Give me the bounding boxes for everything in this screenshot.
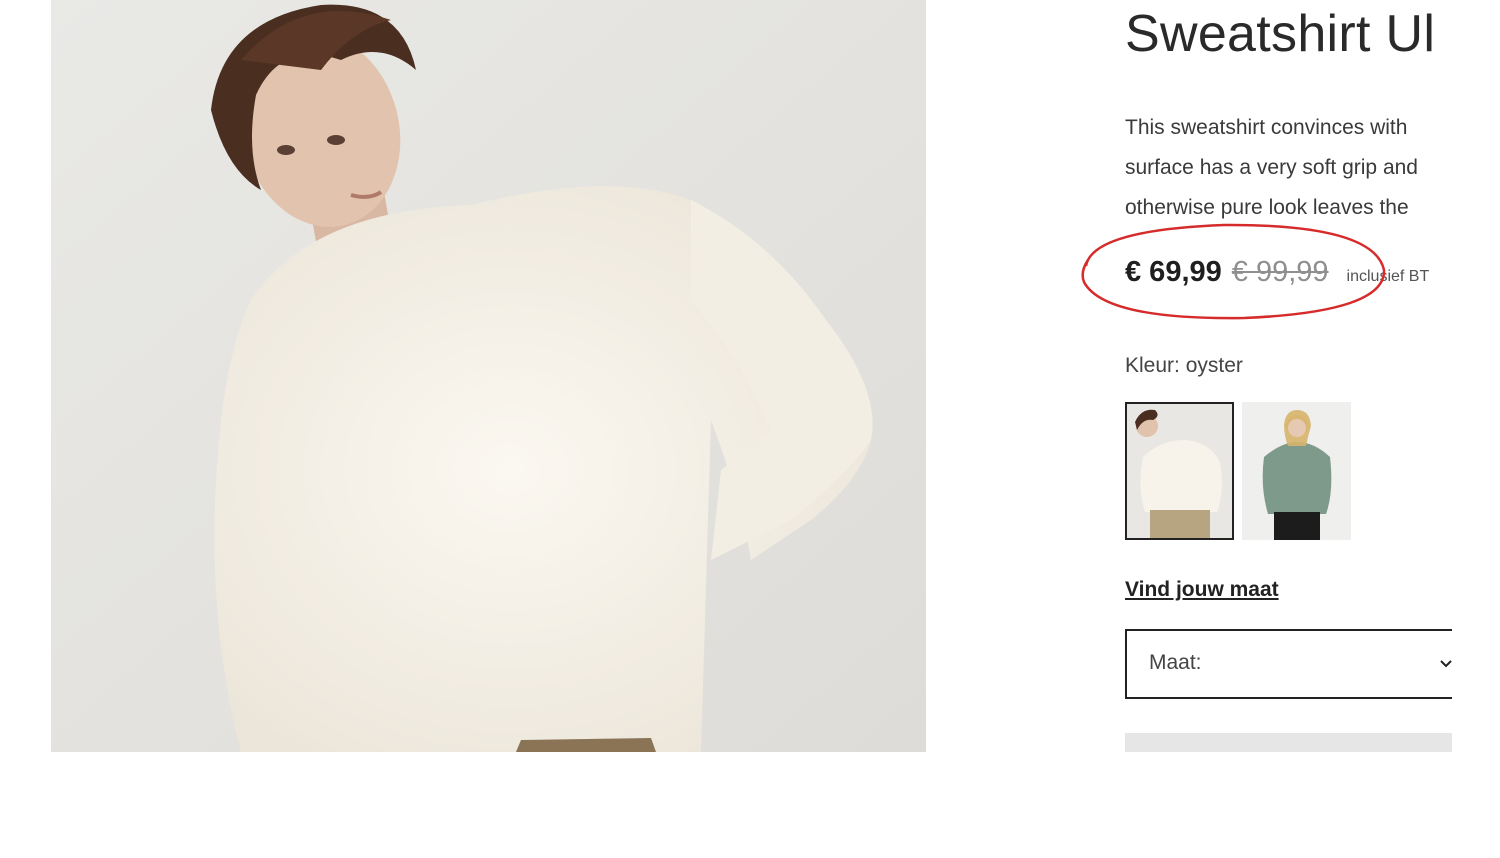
swatch-oyster-thumbnail (1125, 402, 1234, 540)
vat-note: inclusief BT (1346, 268, 1430, 285)
color-label: Kleur: oyster (1125, 354, 1243, 377)
size-select[interactable]: Maat: (1125, 629, 1452, 699)
chevron-down-icon (1440, 660, 1452, 668)
product-description: This sweatshirt convinces with surface h… (1125, 108, 1452, 228)
description-line: surface has a very soft grip and (1125, 156, 1418, 179)
product-main-image (51, 0, 926, 752)
price-row: € 69,99 € 99,99 inclusief BT (1125, 256, 1429, 289)
description-line: otherwise pure look leaves the (1125, 196, 1409, 219)
size-select-label: Maat: (1149, 651, 1202, 674)
model-in-sweater-illustration (51, 0, 926, 752)
add-to-cart-button[interactable] (1125, 733, 1452, 752)
product-info-panel: Sweatshirt Ul This sweatshirt convinces … (1125, 0, 1452, 752)
product-title: Sweatshirt Ul (1125, 5, 1436, 63)
find-your-size-link[interactable]: Vind jouw maat (1125, 578, 1279, 602)
product-page: Sweatshirt Ul This sweatshirt convinces … (0, 0, 1500, 858)
color-swatches (1125, 402, 1351, 540)
swatch-oyster[interactable] (1125, 402, 1234, 540)
swatch-sage-green-thumbnail (1242, 402, 1351, 540)
description-line: This sweatshirt convinces with (1125, 116, 1408, 139)
swatch-sage-green[interactable] (1242, 402, 1351, 540)
current-price: € 69,99 (1125, 256, 1222, 288)
original-price: € 99,99 (1231, 256, 1329, 288)
